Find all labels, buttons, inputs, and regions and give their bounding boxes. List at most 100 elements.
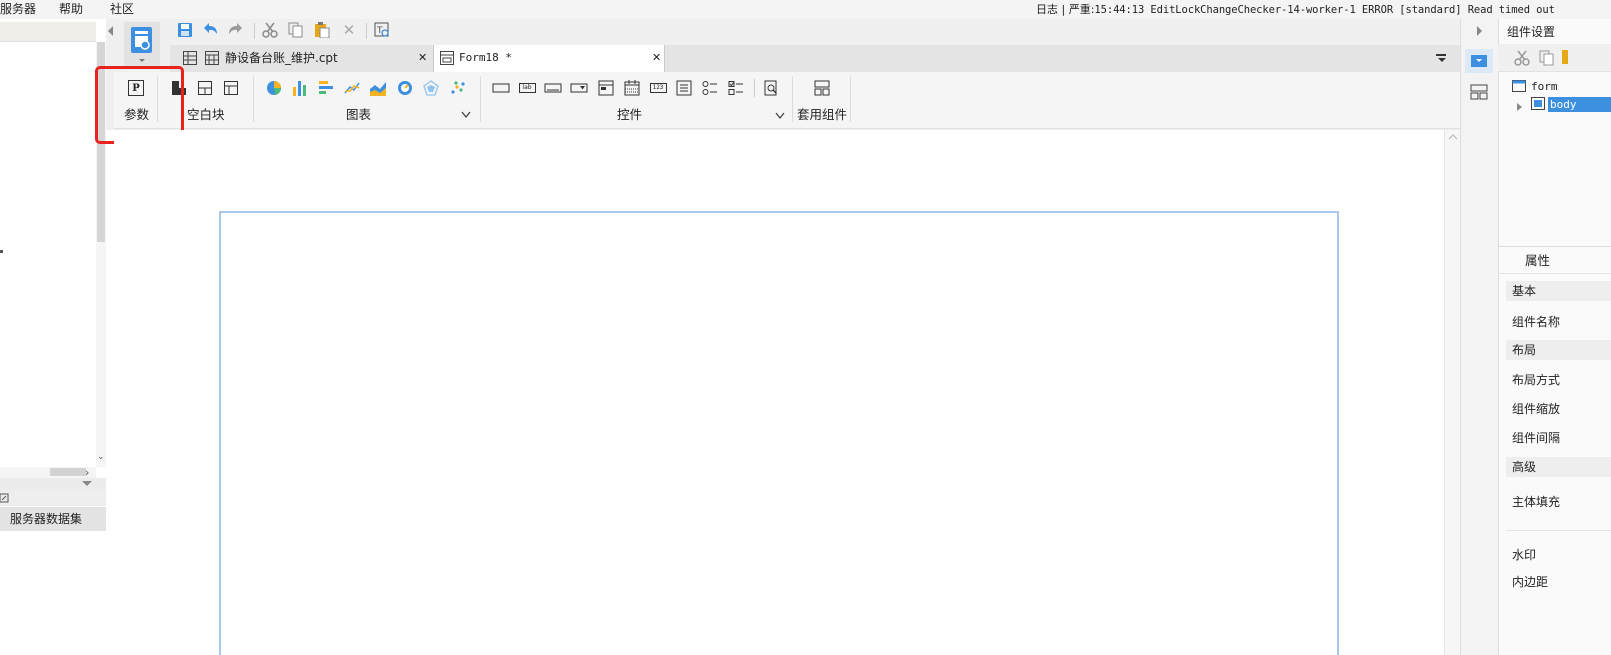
- form-node-icon: [1512, 80, 1526, 95]
- button-control-icon[interactable]: [492, 80, 510, 96]
- split-layout-icon[interactable]: [197, 80, 213, 96]
- copy-icon[interactable]: [287, 21, 305, 39]
- template-component-label[interactable]: 套用组件: [797, 107, 847, 123]
- panel-divider: [1498, 273, 1611, 274]
- log-prefix: 日志 | 严重:: [1036, 3, 1095, 16]
- dataset-icon: [0, 493, 9, 503]
- collapse-right-icon[interactable]: [1475, 25, 1483, 39]
- component-settings-tab-icon[interactable]: [1465, 49, 1493, 73]
- log-message: 15:44:13 EditLockChangeChecker-14-worker…: [1094, 4, 1555, 16]
- canvas-vscroll[interactable]: [1444, 130, 1460, 655]
- scatter-chart-icon[interactable]: [449, 79, 467, 97]
- pie-chart-icon[interactable]: [265, 79, 283, 97]
- field-component-scale: 组件缩放: [1512, 402, 1561, 416]
- radio-group-control-icon[interactable]: [701, 79, 719, 97]
- cpt-file-icon: [205, 51, 219, 65]
- left-panel-splitter[interactable]: [0, 478, 106, 490]
- menu-community[interactable]: 社区: [110, 2, 134, 17]
- tree-expand-icon[interactable]: [1517, 100, 1523, 114]
- menu-bar: 服务器 帮助 社区 日志 | 严重:15:44:13 EditLockChang…: [0, 0, 1611, 19]
- group-separator: [792, 76, 793, 122]
- panel-divider: [1506, 530, 1611, 531]
- left-panel-hscroll-thumb[interactable]: [50, 468, 86, 476]
- template-component-icon[interactable]: [813, 79, 831, 97]
- search-query-control-icon[interactable]: [762, 79, 780, 97]
- text-field-control-icon[interactable]: [544, 80, 562, 96]
- tab-label: Form18 *: [459, 51, 512, 64]
- scroll-up-icon: [1448, 134, 1458, 140]
- scroll-down-icon[interactable]: ⌄: [97, 452, 105, 462]
- gauge-chart-icon[interactable]: [396, 79, 414, 97]
- group-separator: [480, 76, 481, 122]
- paste-icon[interactable]: [313, 21, 331, 39]
- date-control-icon[interactable]: [623, 79, 641, 97]
- section-advanced[interactable]: 高级: [1506, 457, 1611, 477]
- toolbar-separator: [754, 79, 755, 97]
- component-settings-title: 组件设置: [1507, 25, 1556, 39]
- list-control-icon[interactable]: [597, 79, 615, 97]
- label-control-icon[interactable]: lab: [518, 80, 536, 96]
- properties-title: 属性: [1525, 253, 1551, 268]
- tree-marker: [0, 250, 3, 253]
- grid-layout-icon[interactable]: [223, 80, 239, 96]
- new-form-icon: [131, 27, 152, 62]
- cut-icon[interactable]: [261, 21, 279, 39]
- menu-server[interactable]: 服务器: [0, 2, 36, 17]
- chart-dropdown-icon[interactable]: [461, 109, 471, 122]
- checkbox-group-control-icon[interactable]: [727, 79, 745, 97]
- number-control-icon[interactable]: 123: [649, 80, 667, 96]
- field-padding: 内边距: [1512, 575, 1549, 589]
- server-dataset-tab[interactable]: 服务器数据集: [0, 507, 106, 531]
- grid-report-icon: [183, 51, 197, 65]
- toolbar-separator: [366, 23, 367, 39]
- controls-label[interactable]: 控件: [617, 107, 642, 123]
- panel-divider: [1498, 246, 1611, 247]
- preview-icon[interactable]: T: [373, 21, 391, 39]
- collapse-left-icon[interactable]: [107, 25, 115, 39]
- tab-label: 静设备台账_维护.cpt: [225, 51, 338, 65]
- section-basic[interactable]: 基本: [1506, 281, 1611, 301]
- layout-tab-icon[interactable]: [1470, 84, 1488, 103]
- textarea-control-icon[interactable]: [675, 79, 693, 97]
- undo-icon[interactable]: [201, 21, 219, 39]
- controls-dropdown-icon[interactable]: [775, 109, 785, 123]
- left-bottom-toolbar: [0, 490, 106, 506]
- log-status[interactable]: 日志 | 严重:15:44:13 EditLockChangeChecker-1…: [1036, 2, 1555, 18]
- chart-label[interactable]: 图表: [346, 107, 371, 123]
- tree-node-form[interactable]: form: [1531, 79, 1558, 95]
- delete-icon[interactable]: ✕: [340, 21, 358, 39]
- bar-chart-icon[interactable]: [291, 79, 309, 97]
- section-layout[interactable]: 布局: [1506, 340, 1611, 360]
- form-body-container[interactable]: [219, 211, 1339, 655]
- tree-node-body-selected[interactable]: body: [1548, 97, 1611, 112]
- radar-chart-icon[interactable]: [422, 79, 440, 97]
- field-layout-mode: 布局方式: [1512, 373, 1561, 387]
- tab-list-dropdown-icon[interactable]: [1436, 52, 1448, 67]
- form-file-icon: [440, 51, 454, 65]
- menu-help[interactable]: 帮助: [59, 2, 83, 17]
- right-icon-bar: [1460, 19, 1498, 655]
- blank-block-label[interactable]: 空白块: [187, 107, 225, 123]
- combobox-control-icon[interactable]: [570, 80, 588, 96]
- field-watermark: 水印: [1512, 548, 1537, 562]
- close-icon[interactable]: ✕: [652, 45, 661, 71]
- quick-toolbar: [170, 19, 1460, 45]
- body-node-icon: [1531, 97, 1545, 113]
- redo-icon[interactable]: [227, 21, 245, 39]
- tab-cpt-report[interactable]: 静设备台账_维护.cpt ✕: [175, 45, 433, 72]
- group-separator: [253, 76, 254, 122]
- field-component-name: 组件名称: [1512, 315, 1561, 329]
- close-icon[interactable]: ✕: [418, 45, 427, 71]
- line-chart-icon[interactable]: [343, 79, 361, 97]
- widget-toolbar: [114, 72, 1460, 129]
- tab-form18[interactable]: Form18 * ✕: [433, 45, 665, 72]
- new-template-button[interactable]: [124, 22, 160, 66]
- paste-icon[interactable]: [1562, 50, 1568, 64]
- save-icon[interactable]: [176, 21, 194, 39]
- cut-icon[interactable]: [1514, 50, 1530, 69]
- area-chart-icon[interactable]: [369, 79, 387, 97]
- horizontal-bar-chart-icon[interactable]: [317, 79, 335, 97]
- group-separator: [850, 76, 851, 122]
- field-component-spacing: 组件间隔: [1512, 431, 1561, 445]
- copy-icon[interactable]: [1539, 50, 1555, 69]
